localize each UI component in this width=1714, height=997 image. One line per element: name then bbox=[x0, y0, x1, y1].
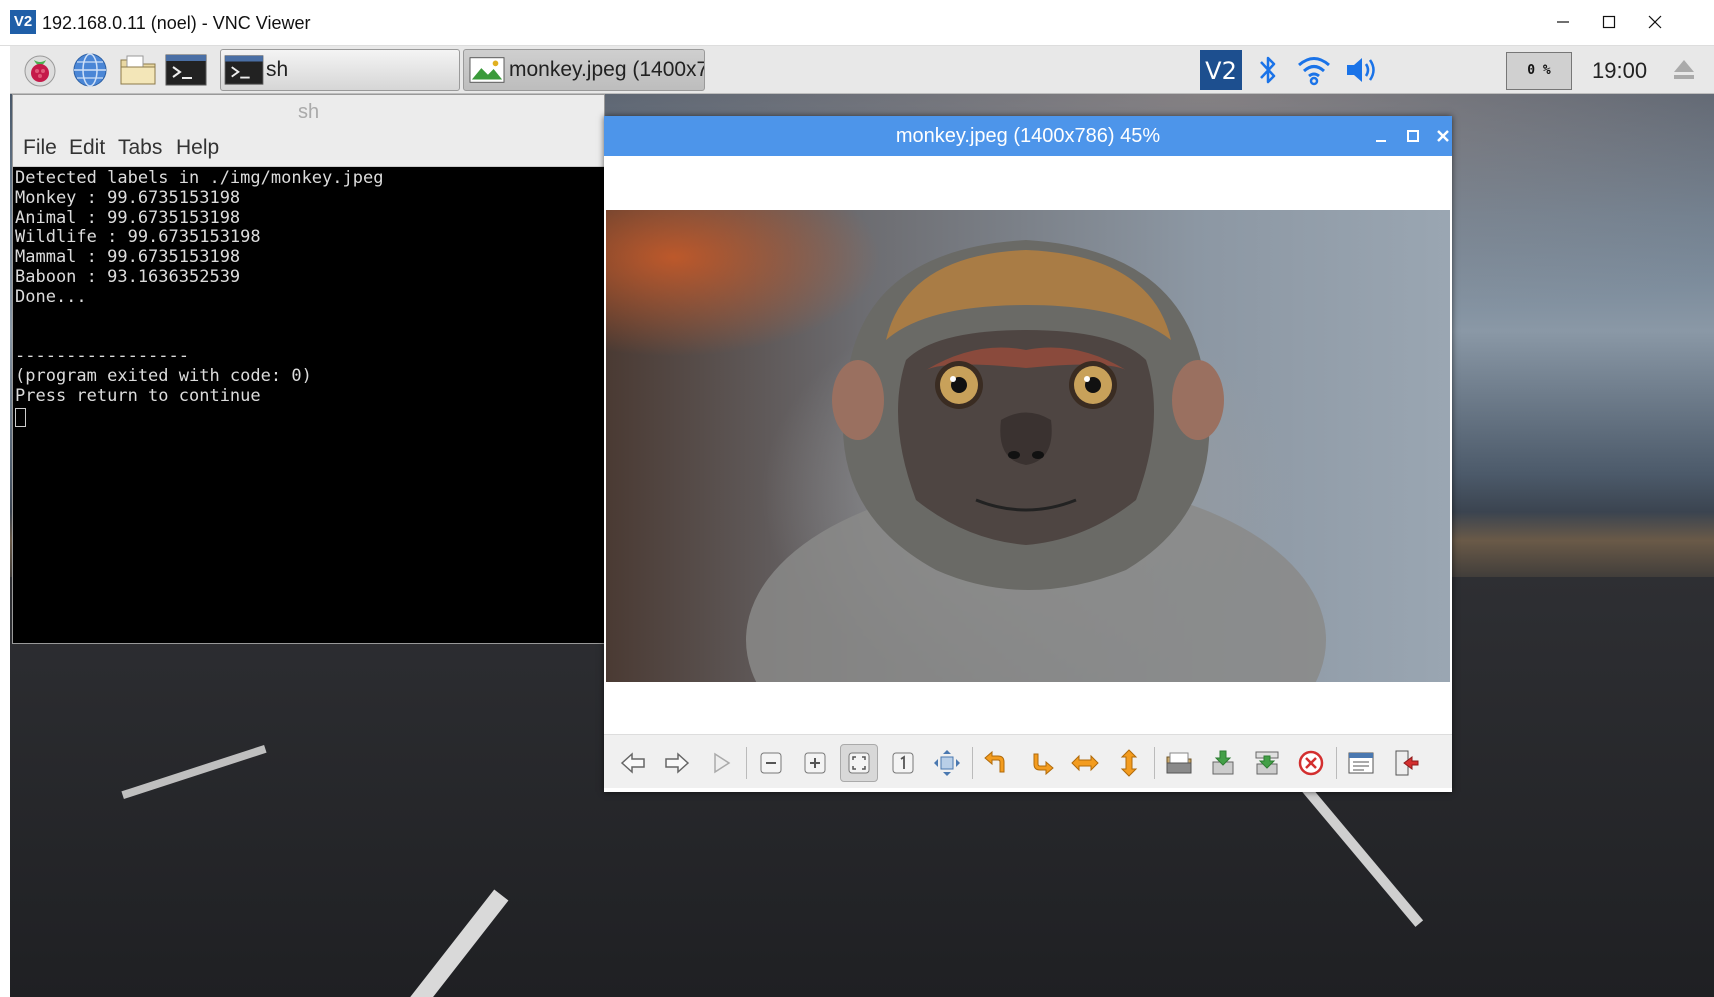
terminal-title-bar[interactable]: sh bbox=[13, 95, 604, 129]
terminal-line: Monkey : 99.6735153198 bbox=[15, 187, 241, 208]
eject-icon[interactable] bbox=[1662, 50, 1706, 90]
zoom-in-icon[interactable] bbox=[796, 744, 834, 782]
clock[interactable]: 19:00 bbox=[1592, 58, 1647, 84]
monkey-photo bbox=[606, 210, 1450, 682]
cpu-monitor[interactable]: 0 % bbox=[1506, 52, 1572, 90]
original-size-icon[interactable] bbox=[884, 744, 922, 782]
rotate-left-icon[interactable] bbox=[978, 744, 1016, 782]
menu-tabs[interactable]: Tabs bbox=[118, 136, 162, 160]
terminal-line: Animal : 99.6735153198 bbox=[15, 207, 241, 228]
menu-help[interactable]: Help bbox=[176, 136, 219, 160]
terminal-cursor bbox=[15, 407, 26, 427]
close-icon[interactable] bbox=[1436, 129, 1450, 143]
vnc-server-icon[interactable]: V2 bbox=[1198, 48, 1244, 92]
image-viewer-window[interactable]: monkey.jpeg (1400x786) 45% bbox=[604, 116, 1452, 792]
fit-window-icon[interactable] bbox=[840, 744, 878, 782]
image-viewer-title-bar[interactable]: monkey.jpeg (1400x786) 45% bbox=[604, 116, 1452, 156]
task-button-image-viewer[interactable]: monkey.jpeg (1400x7… bbox=[463, 49, 705, 91]
save-as-icon[interactable] bbox=[1248, 744, 1286, 782]
maximize-icon[interactable] bbox=[1586, 6, 1632, 38]
task-button-terminal[interactable]: sh bbox=[220, 49, 460, 91]
task-button-label: sh bbox=[266, 58, 289, 81]
quit-icon[interactable] bbox=[1386, 744, 1424, 782]
terminal-output[interactable]: Detected labels in ./img/monkey.jpeg Monk… bbox=[15, 168, 604, 427]
terminal-line: Detected labels in ./img/monkey.jpeg bbox=[15, 168, 384, 188]
menu-edit[interactable]: Edit bbox=[69, 136, 105, 160]
terminal-icon bbox=[224, 55, 264, 85]
vnc-logo-icon: V2 bbox=[10, 10, 36, 34]
zoom-out-icon[interactable] bbox=[752, 744, 790, 782]
web-browser-icon[interactable] bbox=[68, 50, 112, 90]
task-button-label: monkey.jpeg (1400x7… bbox=[509, 58, 704, 81]
image-viewer-icon bbox=[469, 57, 505, 83]
fullscreen-icon[interactable] bbox=[928, 744, 966, 782]
close-icon[interactable] bbox=[1632, 6, 1678, 38]
bluetooth-icon[interactable] bbox=[1246, 50, 1290, 90]
terminal-line: Wildlife : 99.6735153198 bbox=[15, 227, 261, 248]
terminal-line: Press return to continue bbox=[15, 385, 261, 406]
vnc-title-bar: V2 192.168.0.11 (noel) - VNC Viewer bbox=[0, 0, 1714, 46]
taskbar-panel: sh monkey.jpeg (1400x7… V2 bbox=[10, 46, 1714, 94]
rotate-right-icon[interactable] bbox=[1022, 744, 1060, 782]
svg-text:V2: V2 bbox=[1205, 57, 1237, 85]
window-title: 192.168.0.11 (noel) - VNC Viewer bbox=[42, 13, 311, 33]
flip-horizontal-icon[interactable] bbox=[1066, 744, 1104, 782]
open-file-icon[interactable] bbox=[1160, 744, 1198, 782]
minimize-icon[interactable] bbox=[1540, 6, 1586, 38]
terminal-title: sh bbox=[297, 101, 320, 123]
menu-file[interactable]: File bbox=[23, 136, 57, 160]
raspberry-menu-icon[interactable] bbox=[18, 50, 62, 90]
image-viewer-title: monkey.jpeg (1400x786) 45% bbox=[895, 125, 1161, 147]
terminal-line: ​ bbox=[15, 327, 604, 347]
minimize-icon[interactable] bbox=[1374, 130, 1388, 144]
next-icon[interactable] bbox=[658, 744, 696, 782]
terminal-line: ​ bbox=[15, 308, 604, 328]
terminal-icon[interactable] bbox=[164, 50, 208, 90]
wifi-icon[interactable] bbox=[1292, 50, 1336, 90]
terminal-line: Done... bbox=[15, 286, 87, 307]
terminal-line: Baboon : 93.1636352539 bbox=[15, 266, 241, 287]
save-file-icon[interactable] bbox=[1204, 744, 1242, 782]
image-viewer-toolbar bbox=[604, 734, 1452, 788]
terminal-line: (program exited with code: 0) bbox=[15, 365, 312, 386]
maximize-icon[interactable] bbox=[1406, 129, 1420, 143]
terminal-window[interactable]: sh File Edit Tabs Help Detected labels i… bbox=[12, 94, 605, 644]
file-manager-icon[interactable] bbox=[116, 50, 160, 90]
terminal-menu-bar: File Edit Tabs Help bbox=[13, 129, 604, 167]
flip-vertical-icon[interactable] bbox=[1110, 744, 1148, 782]
terminal-line: Mammal : 99.6735153198 bbox=[15, 247, 241, 268]
terminal-line: ----------------- bbox=[15, 346, 189, 367]
slideshow-icon[interactable] bbox=[702, 744, 740, 782]
volume-icon[interactable] bbox=[1340, 50, 1384, 90]
delete-icon[interactable] bbox=[1292, 744, 1330, 782]
preferences-icon[interactable] bbox=[1342, 744, 1380, 782]
previous-icon[interactable] bbox=[614, 744, 652, 782]
